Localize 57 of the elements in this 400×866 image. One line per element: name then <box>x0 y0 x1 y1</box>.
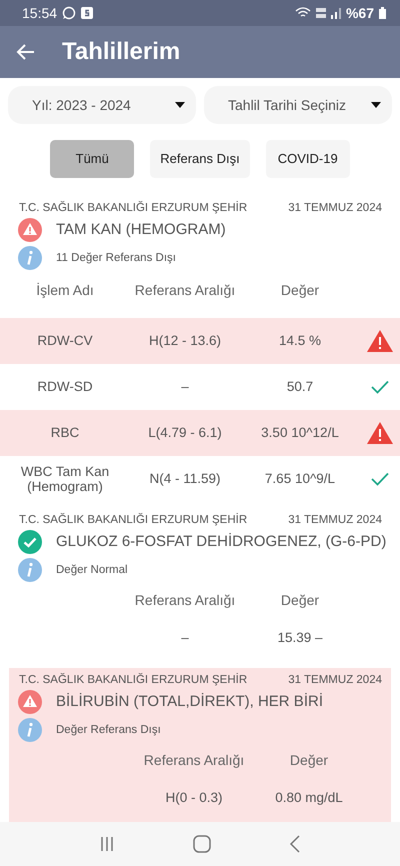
chat-icon <box>62 6 76 20</box>
table-cell: 7.65 10^9/L <box>264 471 336 486</box>
filter-tab[interactable]: Referans Dışı <box>150 140 250 178</box>
back-nav-button[interactable] <box>289 834 301 853</box>
test-title: TAM KAN (HEMOGRAM) <box>56 221 226 238</box>
dropdown-caret-icon <box>174 100 186 109</box>
result-date: 31 TEMMUZ 2024 <box>288 674 382 686</box>
table-cell: N(4 - 11.59) <box>149 471 221 486</box>
table-cell: 14.5 % <box>278 333 322 348</box>
dropdown[interactable]: Yıl: 2023 - 2024 <box>8 86 196 124</box>
table-cell: 15.39 – <box>277 630 323 646</box>
dropdown[interactable]: Tahlil Tarihi Seçiniz <box>204 86 392 124</box>
table-cell: 0.80 mg/dL <box>275 790 343 806</box>
hospital-name: T.C. SAĞLIK BAKANLIĞI ERZURUM ŞEHİR <box>19 514 248 526</box>
wifi-icon <box>294 6 311 19</box>
column-header: Değer <box>280 592 320 608</box>
result-note: Değer Normal <box>56 564 128 576</box>
table-cell: RDW-CV <box>37 333 93 348</box>
info-icon <box>18 246 42 270</box>
back-button[interactable] <box>16 42 36 62</box>
result-note: Değer Referans Dışı <box>56 724 161 736</box>
signal-icon <box>330 6 341 19</box>
battery-icon <box>379 6 386 19</box>
table-cell: H(12 - 13.6) <box>148 333 222 348</box>
hospital-name: T.C. SAĞLIK BAKANLIĞI ERZURUM ŞEHİR <box>19 674 248 686</box>
page-title: Tahlillerim <box>62 38 180 66</box>
column-header: İşlem Adı <box>36 282 94 298</box>
column-header: Değer <box>280 282 320 298</box>
app-icon <box>81 6 94 19</box>
table-cell: H(0 - 0.3) <box>165 790 222 806</box>
dropdown-caret-icon <box>370 100 382 109</box>
test-title: BİLİRUBİN (TOTAL,DİREKT), HER BİRİ <box>56 693 323 710</box>
column-header: Referans Aralığı <box>134 592 236 608</box>
column-header: Referans Aralığı <box>134 282 236 298</box>
table-cell: 3.50 10^12/L <box>261 425 339 440</box>
result-date: 31 TEMMUZ 2024 <box>288 202 382 214</box>
home-button[interactable] <box>193 834 211 853</box>
result-date: 31 TEMMUZ 2024 <box>288 514 382 526</box>
table-cell: – <box>181 379 189 394</box>
table-cell-text: WBC Tam Kan (Hemogram) <box>20 464 110 494</box>
info-icon <box>18 718 42 742</box>
column-header: Referans Aralığı <box>144 752 244 768</box>
info-icon <box>18 558 42 582</box>
recent-apps-button[interactable] <box>99 836 115 852</box>
result-note: 11 Değer Referans Dışı <box>56 252 176 264</box>
clock: 15:54 <box>22 4 58 21</box>
hospital-name: T.C. SAĞLIK BAKANLIĞI ERZURUM ŞEHİR <box>19 202 248 214</box>
test-title: GLUKOZ 6-FOSFAT DEHİDROGENEZ, (G-6-PD) <box>56 533 386 550</box>
filter-tab[interactable]: COVID-19 <box>266 140 350 178</box>
filter-tab[interactable]: Tümü <box>50 140 134 178</box>
column-header: Değer <box>290 752 328 768</box>
table-cell: – <box>181 630 189 646</box>
table-cell: RDW-SD <box>37 379 93 394</box>
table-cell: L(4.79 - 6.1) <box>148 425 222 440</box>
table-cell: RBC <box>50 425 80 440</box>
table-cell: 50.7 <box>286 379 314 394</box>
battery-percent: %67 <box>346 4 374 21</box>
